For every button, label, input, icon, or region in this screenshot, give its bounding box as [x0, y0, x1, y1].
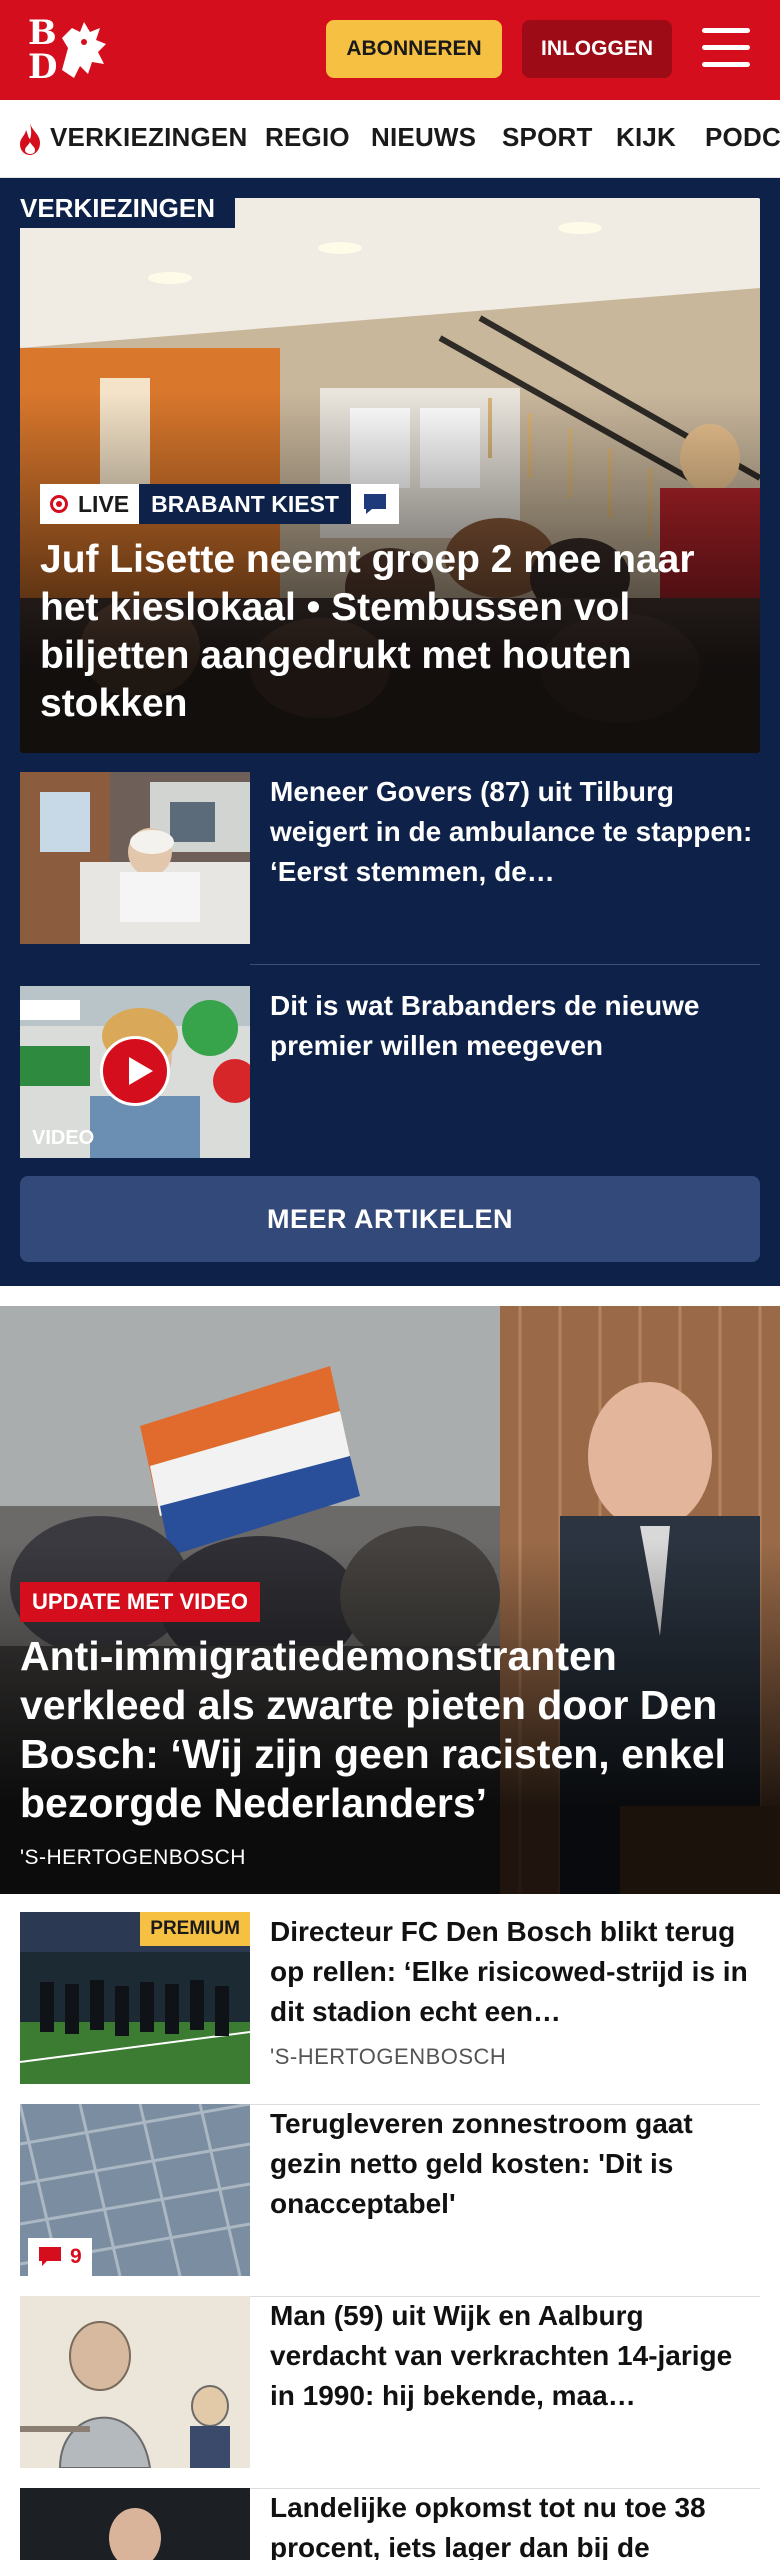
hero-tags: LIVE BRABANT KIEST [40, 484, 399, 524]
list-item[interactable]: Landelijke opkomst tot nu toe 38 procent… [20, 2488, 760, 2560]
bd-logo[interactable]: B D [28, 16, 118, 86]
article-headline[interactable]: Terugleveren zonnestroom gaat gezin nett… [270, 2104, 760, 2224]
list-item[interactable]: VIDEO Dit is wat Brabanders de nieuwe pr… [20, 986, 760, 1158]
logo-letter-b: B [28, 13, 57, 53]
lion-icon [62, 22, 106, 78]
story-thumbnail [20, 772, 250, 944]
premium-badge: PREMIUM [140, 1912, 250, 1946]
article-thumbnail: PREMIUM [20, 1912, 250, 2084]
top-header: B D ABONNEREN INLOGGEN [0, 0, 780, 100]
story-headline[interactable]: Meneer Govers (87) uit Tilburg weigert i… [270, 772, 760, 892]
lead-story[interactable]: UPDATE MET VIDEO Anti-immigratiedemonstr… [0, 1306, 780, 1894]
nav-item-regio[interactable]: REGIO [265, 122, 350, 153]
nav-item-nieuws[interactable]: NIEUWS [371, 122, 476, 153]
video-label: VIDEO [32, 1127, 95, 1149]
article-location: 'S-HERTOGENBOSCH [270, 2044, 507, 2069]
play-icon[interactable] [100, 1036, 170, 1106]
list-item[interactable]: PREMIUM Directeur FC Den Bosch blikt ter… [20, 1912, 760, 2084]
story-thumbnail: VIDEO [20, 986, 250, 1158]
more-articles-button[interactable]: MEER ARTIKELEN [20, 1176, 760, 1262]
section-label: VERKIEZINGEN [20, 188, 236, 228]
login-button[interactable]: INLOGGEN [522, 20, 672, 78]
flame-icon [20, 123, 40, 155]
article-thumbnail: 9 [20, 2104, 250, 2276]
live-label: LIVE [78, 491, 130, 517]
main-navigation: VERKIEZINGEN REGIO NIEUWS SPORT KIJK POD… [0, 100, 780, 178]
nav-item-podcast[interactable]: PODC [705, 122, 780, 153]
elections-section: VERKIEZINGEN LIVE BRABANT KIEST Juf Lise… [0, 178, 780, 1286]
topic-badge: BRABANT KIEST [139, 484, 351, 524]
hero-story[interactable]: LIVE BRABANT KIEST Juf Lisette neemt gro… [20, 198, 760, 753]
nav-item-verkiezingen[interactable]: VERKIEZINGEN [50, 122, 247, 153]
hero-headline[interactable]: Juf Lisette neemt groep 2 mee naar het k… [40, 536, 740, 728]
comment-count: 9 [70, 2245, 82, 2268]
list-item[interactable]: 9 Terugleveren zonnestroom gaat gezin ne… [20, 2104, 760, 2276]
list-item[interactable]: Meneer Govers (87) uit Tilburg weigert i… [20, 772, 760, 944]
divider [250, 964, 760, 965]
article-thumbnail [20, 2296, 250, 2468]
comment-icon [39, 2247, 61, 2266]
comment-icon [350, 484, 399, 524]
lead-story-headline[interactable]: Anti-immigratiedemonstranten verkleed al… [20, 1632, 760, 1828]
nav-item-sport[interactable]: SPORT [502, 122, 593, 153]
nav-item-kijk[interactable]: KIJK [616, 122, 676, 153]
live-dot-icon [50, 495, 68, 513]
comment-count-badge: 9 [28, 2238, 92, 2276]
subscribe-button[interactable]: ABONNEREN [326, 20, 502, 78]
article-headline[interactable]: Directeur FC Den Bosch blikt terug op re… [270, 1912, 760, 2032]
story-headline[interactable]: Dit is wat Brabanders de nieuwe premier … [270, 986, 760, 1066]
article-headline[interactable]: Man (59) uit Wijk en Aalburg verdacht va… [270, 2296, 760, 2416]
hamburger-menu-icon[interactable] [700, 24, 752, 72]
update-badge: UPDATE MET VIDEO [20, 1582, 260, 1622]
article-thumbnail [20, 2488, 250, 2560]
article-headline[interactable]: Landelijke opkomst tot nu toe 38 procent… [270, 2488, 760, 2560]
list-item[interactable]: Man (59) uit Wijk en Aalburg verdacht va… [20, 2296, 760, 2468]
lead-story-location: 'S-HERTOGENBOSCH [20, 1846, 246, 1869]
live-badge: LIVE [40, 484, 140, 524]
